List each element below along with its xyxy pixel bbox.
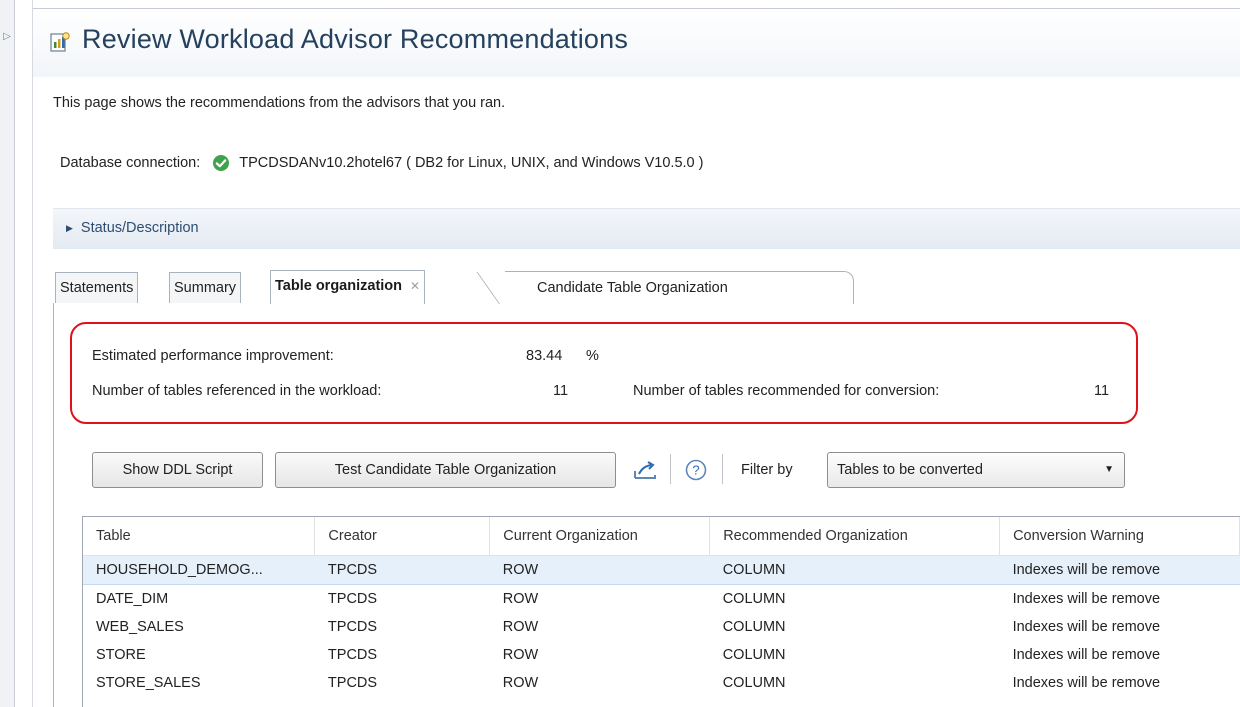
- status-section-bar: [53, 208, 1240, 249]
- tab-statements-label: Statements: [60, 280, 134, 296]
- column-header-recommended-organization[interactable]: Recommended Organization: [709, 517, 1001, 556]
- export-icon[interactable]: [633, 459, 657, 481]
- tab-summary-label: Summary: [174, 280, 237, 296]
- cell-recommended-organization: COLUMN: [722, 591, 786, 607]
- table-header-row: Table Creator Current Organization Recom…: [83, 517, 1240, 556]
- page-description: This page shows the recommendations from…: [53, 95, 506, 111]
- left-collapse-strip: ▷: [0, 0, 15, 707]
- cell-creator: TPCDS: [327, 619, 378, 635]
- cell-conversion-warning: Indexes will be remove: [1012, 647, 1161, 663]
- tab-summary[interactable]: Summary: [169, 272, 242, 303]
- filter-selected-value: Tables to be converted: [837, 462, 983, 478]
- left-divider: [32, 0, 33, 707]
- database-connection-value: TPCDSDANv10.2hotel67 ( DB2 for Linux, UN…: [239, 155, 704, 171]
- advisor-report-icon: [50, 32, 70, 52]
- cell-conversion-warning: Indexes will be remove: [1012, 591, 1161, 607]
- perf-improvement-label: Estimated performance improvement:: [92, 348, 334, 364]
- perf-improvement-unit: %: [586, 348, 599, 364]
- filter-dropdown[interactable]: Tables to be converted ▼: [827, 452, 1125, 488]
- tables-recommended-value: 11: [1094, 383, 1110, 399]
- dropdown-arrow-icon: ▼: [1104, 464, 1114, 475]
- cell-recommended-organization: COLUMN: [722, 675, 786, 691]
- expand-triangle-icon: ▶: [66, 222, 73, 233]
- cell-creator: TPCDS: [327, 675, 378, 691]
- database-connection-label: Database connection:: [60, 155, 201, 171]
- tables-recommended-label: Number of tables recommended for convers…: [633, 383, 940, 399]
- cell-recommended-organization: COLUMN: [709, 555, 1000, 585]
- cell-current-organization: ROW: [502, 675, 539, 691]
- filter-by-label: Filter by: [741, 462, 793, 478]
- tab-table-organization[interactable]: Table organization ✕: [270, 270, 426, 304]
- status-description-label: Status/Description: [80, 220, 199, 236]
- show-ddl-script-button[interactable]: Show DDL Script: [92, 452, 263, 488]
- toolbar-separator: [722, 454, 723, 484]
- cell-current-organization: ROW: [502, 591, 539, 607]
- cell-table: DATE_DIM: [96, 591, 169, 607]
- summary-highlight-box: [70, 322, 1138, 424]
- tab-statements[interactable]: Statements: [55, 272, 139, 303]
- cell-conversion-warning: Indexes will be remove: [999, 555, 1240, 585]
- recommendations-table: Table Creator Current Organization Recom…: [82, 516, 1240, 707]
- tab-table-organization-label: Table organization: [275, 278, 403, 294]
- cell-current-organization: ROW: [489, 555, 710, 585]
- column-header-conversion-warning[interactable]: Conversion Warning: [999, 517, 1240, 556]
- table-row[interactable]: STORE TPCDS ROW COLUMN Indexes will be r…: [83, 641, 1240, 669]
- cell-table: STORE_SALES: [96, 675, 201, 691]
- cell-table: WEB_SALES: [96, 619, 184, 635]
- close-tab-icon[interactable]: ✕: [410, 279, 420, 293]
- connected-check-icon: [213, 155, 230, 171]
- column-header-current-organization[interactable]: Current Organization: [489, 517, 711, 556]
- cell-table: STORE: [96, 647, 146, 663]
- tab-candidate-label: Candidate Table Organization: [537, 280, 728, 296]
- toolbar-separator: [670, 454, 671, 484]
- tables-referenced-value: 11: [553, 383, 569, 399]
- page-title: Review Workload Advisor Recommendations: [82, 24, 629, 54]
- cell-recommended-organization: COLUMN: [722, 619, 786, 635]
- cell-conversion-warning: Indexes will be remove: [1012, 675, 1161, 691]
- cell-creator: TPCDS: [327, 591, 378, 607]
- cell-current-organization: ROW: [502, 647, 539, 663]
- status-description-toggle[interactable]: ▶ Status/Description: [66, 216, 199, 240]
- help-icon[interactable]: ?: [685, 459, 707, 481]
- cell-conversion-warning: Indexes will be remove: [1012, 619, 1161, 635]
- cell-creator: TPCDS: [314, 555, 490, 585]
- column-header-creator[interactable]: Creator: [314, 517, 491, 556]
- table-row[interactable]: DATE_DIM TPCDS ROW COLUMN Indexes will b…: [83, 585, 1240, 614]
- cell-table: HOUSEHOLD_DEMOG...: [83, 555, 315, 585]
- svg-text:?: ?: [692, 463, 699, 478]
- cell-creator: TPCDS: [327, 647, 378, 663]
- column-header-table[interactable]: Table: [83, 517, 316, 556]
- tab-candidate-table-organization[interactable]: Candidate Table Organization: [505, 271, 854, 304]
- cell-current-organization: ROW: [502, 619, 539, 635]
- database-connection-row: Database connection: TPCDSDANv10.2hotel6…: [60, 152, 703, 174]
- perf-improvement-value: 83.44: [526, 348, 563, 364]
- cell-recommended-organization: COLUMN: [722, 647, 786, 663]
- table-row[interactable]: HOUSEHOLD_DEMOG... TPCDS ROW COLUMN Inde…: [83, 555, 1240, 585]
- table-row[interactable]: STORE_SALES TPCDS ROW COLUMN Indexes wil…: [83, 669, 1240, 697]
- test-candidate-table-organization-button[interactable]: Test Candidate Table Organization: [275, 452, 616, 488]
- collapse-arrow-icon[interactable]: ▷: [1, 28, 13, 46]
- table-row[interactable]: WEB_SALES TPCDS ROW COLUMN Indexes will …: [83, 613, 1240, 641]
- tables-referenced-label: Number of tables referenced in the workl…: [92, 383, 382, 399]
